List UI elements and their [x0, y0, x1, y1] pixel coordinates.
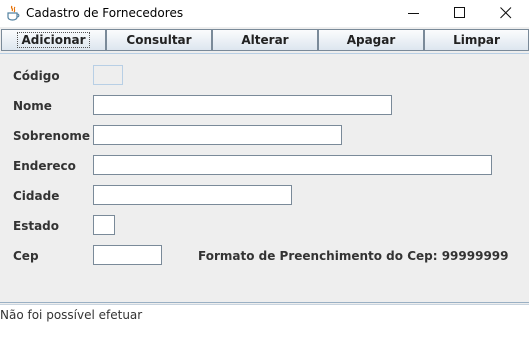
minimize-icon: [408, 13, 419, 14]
nome-field[interactable]: [93, 95, 392, 115]
toolbar-separator: [0, 53, 529, 54]
java-cup-icon: [5, 5, 21, 21]
codigo-label: Código: [13, 69, 60, 83]
alterar-label: Alterar: [241, 33, 289, 47]
endereco-label: Endereco: [13, 159, 76, 173]
action-toolbar: Adicionar Consultar Alterar Apagar Limpa…: [0, 27, 529, 53]
sobrenome-field[interactable]: [93, 125, 342, 145]
apagar-label: Apagar: [346, 33, 396, 47]
close-icon: [500, 7, 512, 19]
window-title: Cadastro de Fornecedores: [26, 6, 184, 20]
cidade-label: Cidade: [13, 189, 60, 203]
estado-field[interactable]: [93, 215, 115, 235]
status-separator: [0, 302, 529, 303]
sobrenome-label: Sobrenome: [13, 129, 90, 143]
cidade-field[interactable]: [93, 185, 292, 205]
cep-field[interactable]: [93, 245, 162, 265]
endereco-field[interactable]: [93, 155, 492, 175]
consultar-button[interactable]: Consultar: [106, 29, 212, 51]
cep-label: Cep: [13, 249, 39, 263]
alterar-button[interactable]: Alterar: [212, 29, 318, 51]
adicionar-button[interactable]: Adicionar: [1, 29, 106, 51]
status-message-area[interactable]: Não foi possível efetuar: [0, 304, 529, 338]
status-message: Não foi possível efetuar: [0, 308, 143, 322]
apagar-button[interactable]: Apagar: [318, 29, 424, 51]
estado-label: Estado: [13, 219, 60, 233]
adicionar-label: Adicionar: [17, 32, 90, 48]
window-titlebar: Cadastro de Fornecedores: [0, 0, 529, 27]
consultar-label: Consultar: [126, 33, 192, 47]
codigo-field: [93, 65, 123, 85]
nome-label: Nome: [13, 99, 52, 113]
maximize-button[interactable]: [437, 0, 483, 27]
limpar-label: Limpar: [453, 33, 500, 47]
limpar-button[interactable]: Limpar: [424, 29, 529, 51]
close-button[interactable]: [483, 0, 529, 27]
maximize-icon: [454, 7, 465, 18]
minimize-button[interactable]: [391, 0, 437, 27]
cep-format-hint: Formato de Preenchimento do Cep: 9999999…: [198, 249, 509, 263]
